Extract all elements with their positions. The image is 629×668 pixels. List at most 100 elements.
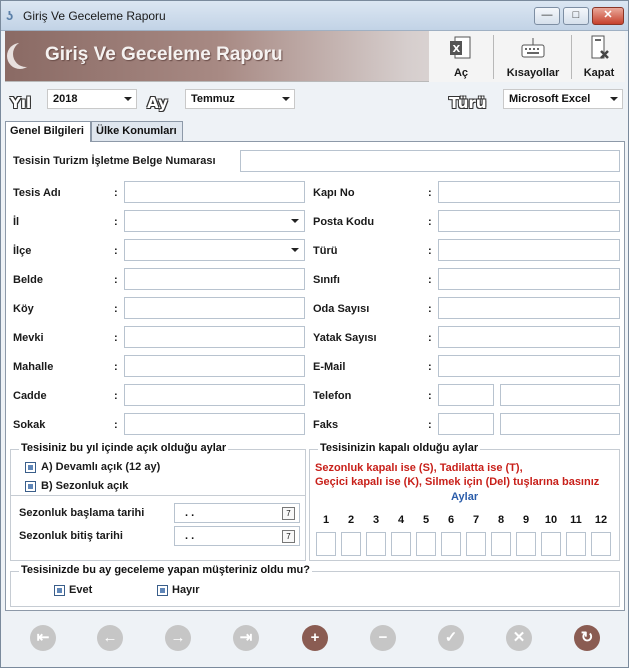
- save-record-button[interactable]: ✓: [438, 625, 464, 651]
- calendar-icon[interactable]: 7: [282, 530, 295, 543]
- month-status-input[interactable]: [516, 532, 536, 556]
- tesis-adi-input[interactable]: [124, 181, 305, 203]
- general-info-panel: Tesisin Turizm İşletme Belge Numarası Te…: [5, 141, 625, 611]
- chevron-down-icon: [610, 97, 618, 101]
- closed-hint-line2: Geçici kapalı ise (K), Silmek için (Del)…: [315, 476, 600, 488]
- close-window-button[interactable]: ✕: [592, 7, 624, 25]
- shortcuts-button[interactable]: Kısayollar: [499, 31, 567, 82]
- turu-input[interactable]: [438, 239, 620, 261]
- month-status-input[interactable]: [491, 532, 511, 556]
- field-label: Yatak Sayısı: [313, 332, 377, 344]
- belge-number-input[interactable]: [240, 150, 620, 172]
- previous-record-button[interactable]: ←: [97, 625, 123, 651]
- closed-hint-line1: Sezonluk kapalı ise (S), Tadilatta ise (…: [315, 462, 523, 474]
- delete-record-button[interactable]: −: [370, 625, 396, 651]
- tab-country-locations[interactable]: Ülke Konumları: [91, 121, 183, 141]
- month-select[interactable]: Temmuz: [185, 89, 295, 109]
- calendar-icon[interactable]: 7: [282, 507, 295, 520]
- field-label: Tesis Adı: [13, 187, 61, 199]
- colon: :: [114, 274, 118, 286]
- continuous-open-checkbox[interactable]: [25, 462, 36, 473]
- faks-area-input[interactable]: [438, 413, 494, 435]
- add-record-button[interactable]: +: [302, 625, 328, 651]
- month-status-input[interactable]: [341, 532, 361, 556]
- oda-sayisi-input[interactable]: [438, 297, 620, 319]
- email-input[interactable]: [438, 355, 620, 377]
- ilce-select[interactable]: [124, 239, 305, 261]
- type-label: Türü: [449, 94, 487, 112]
- next-record-button[interactable]: →: [165, 625, 191, 651]
- colon: :: [114, 216, 118, 228]
- report-header: Giriş Ve Geceleme Raporu X Aç Kısayollar: [5, 31, 625, 82]
- belge-label: Tesisin Turizm İşletme Belge Numarası: [13, 155, 216, 167]
- posta-kodu-input[interactable]: [438, 210, 620, 232]
- last-record-button[interactable]: ⇥: [233, 625, 259, 651]
- chevron-down-icon: [124, 97, 132, 101]
- month-status-input[interactable]: [391, 532, 411, 556]
- chevron-down-icon: [291, 219, 299, 223]
- maximize-button[interactable]: □: [563, 7, 589, 25]
- no-checkbox[interactable]: [157, 585, 168, 596]
- belde-input[interactable]: [124, 268, 305, 290]
- type-select[interactable]: Microsoft Excel: [503, 89, 623, 109]
- month-status-input[interactable]: [316, 532, 336, 556]
- month-status-input[interactable]: [566, 532, 586, 556]
- field-label: Mahalle: [13, 361, 54, 373]
- keyboard-icon: [521, 37, 545, 58]
- month-status-input[interactable]: [591, 532, 611, 556]
- yes-checkbox[interactable]: [54, 585, 65, 596]
- kapi-no-input[interactable]: [438, 181, 620, 203]
- seasonal-open-checkbox[interactable]: [25, 481, 36, 492]
- colon: :: [114, 303, 118, 315]
- sinifi-input[interactable]: [438, 268, 620, 290]
- field-label: Köy: [13, 303, 34, 315]
- yatak-sayisi-input[interactable]: [438, 326, 620, 348]
- month-number: 5: [422, 514, 430, 526]
- colon: :: [428, 419, 432, 431]
- month-status-input[interactable]: [366, 532, 386, 556]
- colon: :: [114, 361, 118, 373]
- tab-general-info[interactable]: Genel Bilgileri: [5, 121, 91, 142]
- minimize-button[interactable]: —: [534, 7, 560, 25]
- seasonal-open-label: B) Sezonluk açık: [41, 480, 129, 492]
- first-record-button[interactable]: ⇤: [30, 625, 56, 651]
- month-status-input[interactable]: [466, 532, 486, 556]
- cancel-record-button[interactable]: ✕: [506, 625, 532, 651]
- month-status-input[interactable]: [416, 532, 436, 556]
- telefon-area-input[interactable]: [438, 384, 494, 406]
- colon: :: [428, 245, 432, 257]
- telefon-number-input[interactable]: [500, 384, 620, 406]
- field-label: Sınıfı: [313, 274, 340, 286]
- cadde-input[interactable]: [124, 384, 305, 406]
- moon-icon: [13, 41, 39, 67]
- month-status-input[interactable]: [541, 532, 561, 556]
- year-select[interactable]: 2018: [47, 89, 137, 109]
- refresh-button[interactable]: ↻: [574, 625, 600, 651]
- open-button[interactable]: X Aç: [433, 31, 489, 82]
- month-number: 7: [472, 514, 480, 526]
- field-label: İl: [13, 216, 20, 228]
- mevki-input[interactable]: [124, 326, 305, 348]
- field-label: Posta Kodu: [313, 216, 375, 228]
- season-start-input[interactable]: . . 7: [174, 503, 300, 523]
- month-number: 6: [447, 514, 455, 526]
- season-end-input[interactable]: . . 7: [174, 526, 300, 546]
- exit-button[interactable]: Kapat: [575, 31, 623, 82]
- month-status-input[interactable]: [441, 532, 461, 556]
- mahalle-input[interactable]: [124, 355, 305, 377]
- colon: :: [114, 187, 118, 199]
- field-label: E-Mail: [313, 361, 346, 373]
- field-label: Cadde: [13, 390, 47, 402]
- guest-section: Tesisinizde bu ay geceleme yapan müşteri…: [10, 564, 620, 607]
- month-label: Ay: [147, 94, 168, 112]
- yes-label: Evet: [69, 584, 93, 596]
- faks-number-input[interactable]: [500, 413, 620, 435]
- il-select[interactable]: [124, 210, 305, 232]
- field-label: Kapı No: [313, 187, 355, 199]
- excel-icon: X: [450, 36, 471, 59]
- title-bar[interactable]: ʖ Giriş Ve Geceleme Raporu — □ ✕: [1, 1, 628, 31]
- close-app-icon: [591, 35, 609, 59]
- continuous-open-label: A) Devamlı açık (12 ay): [41, 461, 161, 473]
- koy-input[interactable]: [124, 297, 305, 319]
- sokak-input[interactable]: [124, 413, 305, 435]
